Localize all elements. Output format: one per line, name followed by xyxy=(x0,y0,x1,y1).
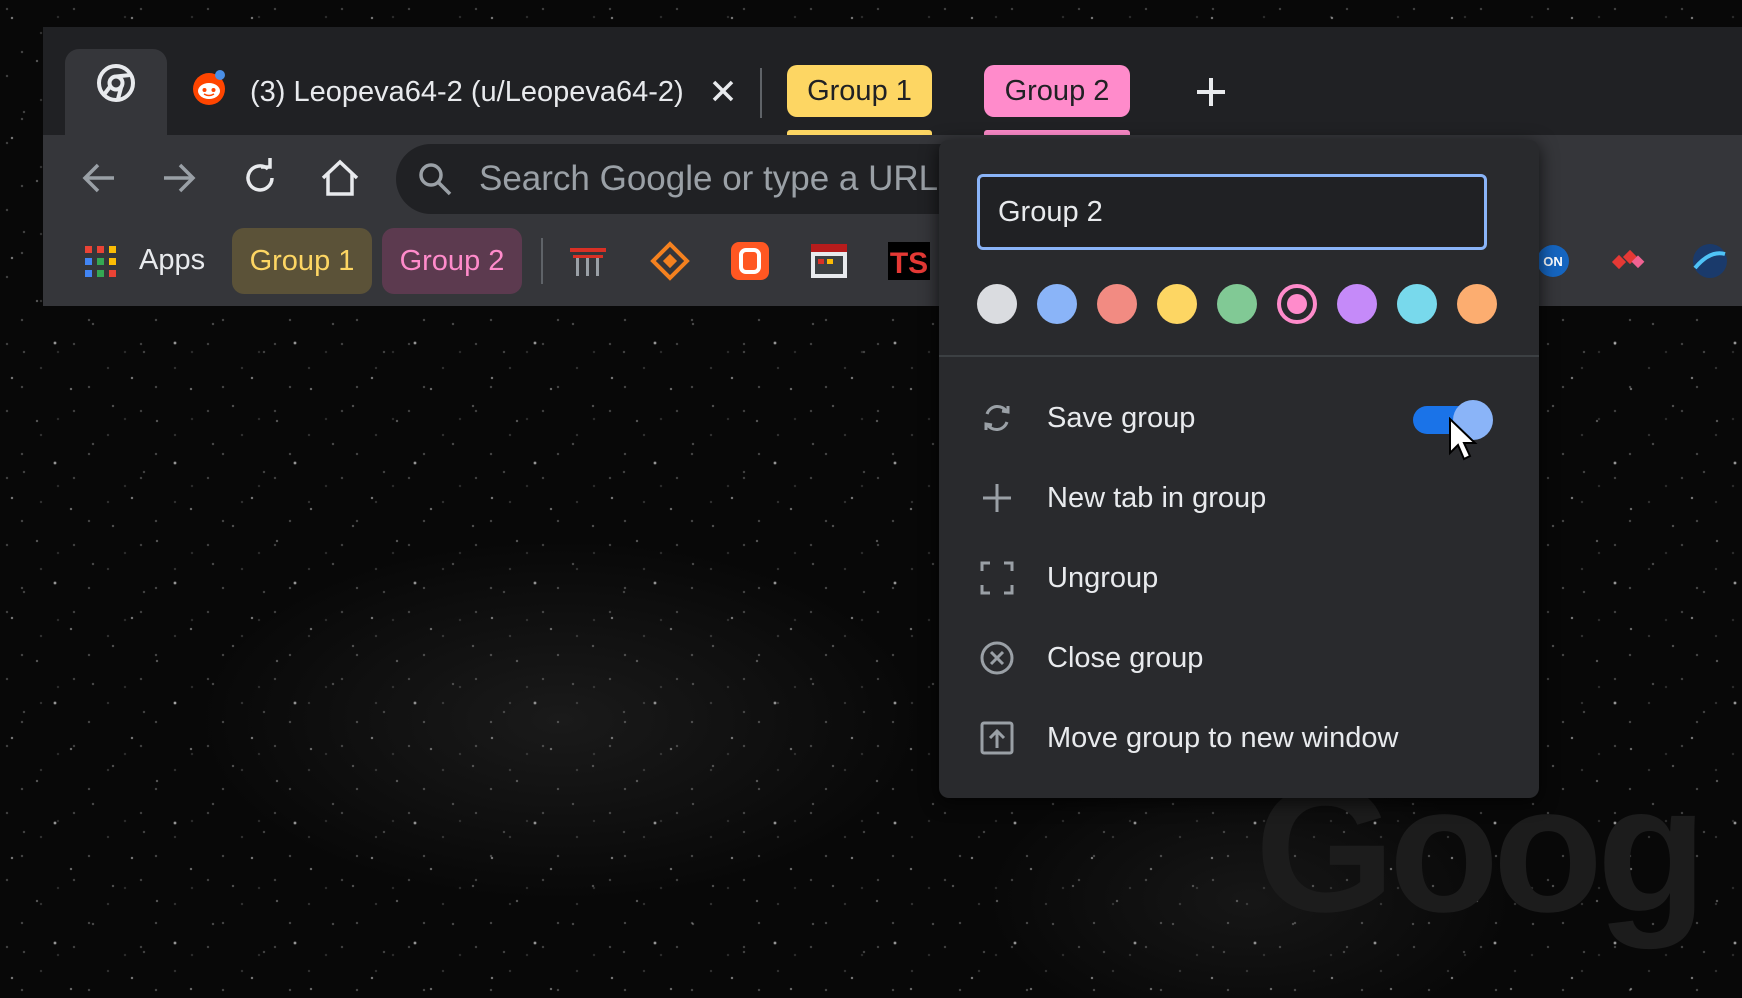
color-swatch-pink-selected[interactable] xyxy=(1277,284,1317,324)
forward-arrow-icon[interactable] xyxy=(154,154,202,202)
ungroup-label: Ungroup xyxy=(1047,562,1159,594)
red-dots-bookmark-icon[interactable] xyxy=(1608,240,1650,282)
home-icon[interactable] xyxy=(316,154,364,202)
menu-move-group[interactable]: Move group to new window xyxy=(939,698,1539,778)
color-swatch-purple[interactable] xyxy=(1337,284,1377,324)
tab-group-chip-1[interactable]: Group 1 xyxy=(787,65,932,117)
tab-group-2-underline xyxy=(984,130,1130,135)
torii-bookmark-icon[interactable] xyxy=(567,240,609,282)
reddit-icon xyxy=(193,70,225,105)
chrome-icon xyxy=(97,64,135,102)
bookmark-group-1[interactable]: Group 1 xyxy=(232,228,372,294)
color-swatch-yellow[interactable] xyxy=(1157,284,1197,324)
bookmark-apps[interactable]: Apps xyxy=(139,240,205,280)
ungroup-icon xyxy=(980,561,1014,595)
close-circle-icon xyxy=(980,641,1014,675)
menu-new-tab-in-group[interactable]: New tab in group xyxy=(939,458,1539,538)
omnibox-placeholder: Search Google or type a URL xyxy=(479,159,939,198)
active-tab-title: (3) Leopeva64-2 (u/Leopeva64-2) - Reddit xyxy=(250,76,688,108)
tab-group-chip-2[interactable]: Group 2 xyxy=(984,65,1130,117)
ts-bookmark-icon[interactable]: TS xyxy=(888,240,930,282)
move-group-label: Move group to new window xyxy=(1047,722,1399,754)
color-swatch-red[interactable] xyxy=(1097,284,1137,324)
tab-group-1-underline xyxy=(787,130,932,135)
bookmark-separator xyxy=(541,238,543,284)
apps-grid-icon xyxy=(85,246,116,277)
mouse-cursor-icon xyxy=(1449,417,1478,461)
close-icon[interactable] xyxy=(703,71,743,111)
color-swatch-blue[interactable] xyxy=(1037,284,1077,324)
new-tab-in-group-label: New tab in group xyxy=(1047,482,1267,514)
group-name-input[interactable] xyxy=(977,174,1487,250)
close-group-label: Close group xyxy=(1047,642,1204,674)
sync-icon xyxy=(984,405,1010,431)
move-window-icon xyxy=(980,721,1014,755)
back-arrow-icon[interactable] xyxy=(76,154,124,202)
editor-divider xyxy=(939,355,1539,357)
color-swatch-orange[interactable] xyxy=(1457,284,1497,324)
tab-group-editor: Save group New tab in group Ungroup Clos… xyxy=(939,140,1539,798)
calendar-bookmark-icon[interactable] xyxy=(808,240,850,282)
selected-swatch-center xyxy=(1287,294,1307,314)
menu-close-group[interactable]: Close group xyxy=(939,618,1539,698)
bookmark-group-2[interactable]: Group 2 xyxy=(382,228,522,294)
search-icon xyxy=(419,163,452,196)
color-swatch-cyan[interactable] xyxy=(1397,284,1437,324)
save-group-label: Save group xyxy=(1047,402,1196,434)
diamond-bookmark-icon[interactable] xyxy=(649,240,691,282)
color-swatch-grey[interactable] xyxy=(977,284,1017,324)
blogger-icon[interactable] xyxy=(729,240,771,282)
plus-icon xyxy=(983,484,1011,512)
globe-bookmark-icon[interactable] xyxy=(1689,240,1731,282)
reload-icon[interactable] xyxy=(236,154,284,202)
menu-ungroup[interactable]: Ungroup xyxy=(939,538,1539,618)
svg-text:TS: TS xyxy=(890,247,928,280)
svg-text:ON: ON xyxy=(1543,254,1563,269)
color-picker xyxy=(977,284,1497,330)
tab-separator xyxy=(760,68,762,118)
color-swatch-green[interactable] xyxy=(1217,284,1257,324)
plus-icon[interactable] xyxy=(1190,71,1232,113)
